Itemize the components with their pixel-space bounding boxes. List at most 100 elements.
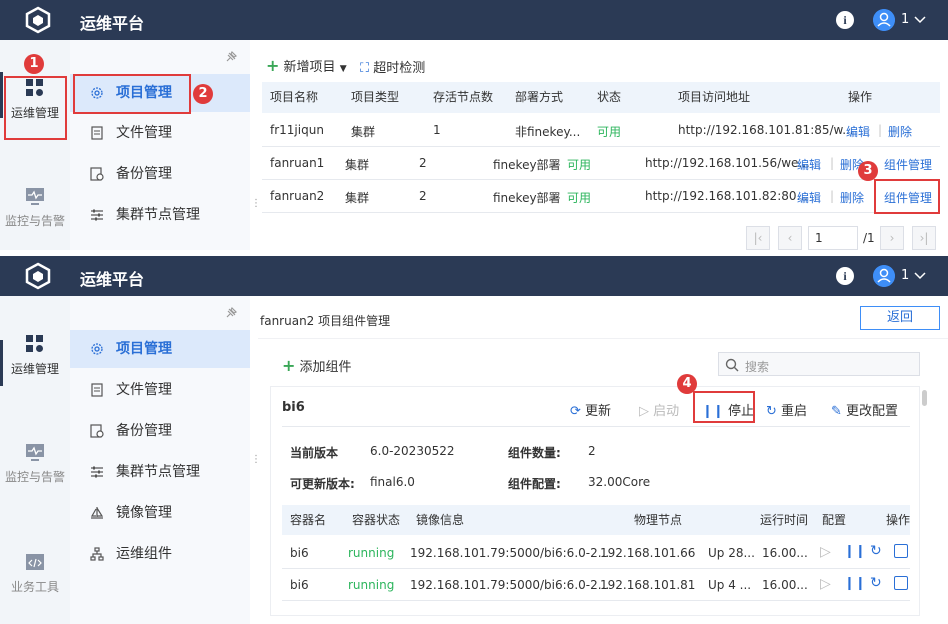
update-button[interactable]: ⟳ 更新 [570,400,611,419]
nav2-file-label: 文件管理 [116,382,172,398]
play-icon[interactable]: ▷ [820,576,831,592]
container-table-header: 容器名 容器状态 镜像信息 物理节点 运行时间 配置 操作 [282,505,910,535]
caret-down-icon: ▼ [339,64,347,74]
change-config-button[interactable]: ✎ 更改配置 [831,400,898,419]
terminal-icon[interactable] [894,576,908,590]
nav-monitor[interactable]: 监控与告警 [0,442,70,485]
nav-tools-label: 业务工具 [10,580,59,594]
user-name[interactable]: 1 [901,12,909,27]
prev-page-button[interactable]: ‹ [778,226,802,250]
col-ops: 操作 [848,90,873,104]
nav2-cluster-label: 集群节点管理 [116,207,200,223]
nav2-image[interactable]: 镜像管理 [70,494,250,532]
delete-link[interactable]: 删除 [888,123,912,140]
cell-url[interactable]: http://192.168.101.56/we... [645,156,810,170]
cell-container: bi6 [290,578,309,592]
nav2-file[interactable]: 文件管理 [70,114,250,152]
back-button[interactable]: 返回 [860,306,940,330]
component-manage-link[interactable]: 组件管理 [884,156,932,173]
play-icon[interactable]: ▷ [820,544,831,560]
row-divider [262,212,940,213]
pin-icon[interactable] [224,50,238,64]
cell-container-status: running [348,578,395,592]
component-config-label: 组件配置: [508,477,561,491]
cell-type: 集群 [351,125,376,139]
add-component-button[interactable]: + 添加组件 [282,356,352,375]
nav2-backup[interactable]: 备份管理 [70,155,250,193]
last-page-button[interactable]: ›| [912,226,936,250]
restart-button[interactable]: ↻ 重启 [766,400,807,419]
user-avatar-icon[interactable] [873,9,895,31]
pause-icon[interactable]: ❙❙ [844,576,866,591]
step-badge-4: 4 [677,374,697,394]
nav2-image-label: 镜像管理 [116,505,172,521]
edit-link[interactable]: 编辑 [797,189,821,206]
annotation-box-4 [693,391,755,423]
user-avatar-icon[interactable] [873,265,895,287]
delete-link[interactable]: 删除 [840,189,864,206]
col-nodes: 存活节点数 [433,90,494,104]
drag-handle[interactable]: ⋮ [251,454,261,465]
restart-label: 重启 [781,404,808,419]
current-version-label: 当前版本 [290,446,339,460]
cell-status: 可用 [567,158,592,172]
edit-link[interactable]: 编辑 [797,156,821,173]
col-url: 项目访问地址 [678,90,751,104]
pause-icon[interactable]: ❙❙ [844,544,866,559]
cell-url[interactable]: http://192.168.101.82:80... [645,189,808,203]
cell-uptime: Up 28... [708,546,755,560]
update-label: 更新 [585,404,612,419]
row-divider [282,568,910,569]
nav2-backup[interactable]: 备份管理 [70,412,250,450]
nav2-component[interactable]: 运维组件 [70,535,250,573]
gear-icon [91,343,103,355]
restart-icon[interactable]: ↻ [870,543,882,559]
nav2-cluster[interactable]: 集群节点管理 [70,196,250,234]
annotation-box-3 [874,179,940,214]
terminal-icon[interactable] [894,544,908,558]
nav-ops[interactable]: 运维管理 [0,334,70,377]
timeout-check-button[interactable]: ⛶ 超时检测 [360,57,425,76]
cell-deploy: finekey部署 [493,158,561,172]
page-title: fanruan2 项目组件管理 [260,314,391,328]
user-name[interactable]: 1 [901,268,909,283]
edit-link[interactable]: 编辑 [846,123,870,140]
col-node: 物理节点 [634,513,683,527]
new-project-button[interactable]: + 新增项目 ▼ [266,56,347,75]
page-input[interactable]: 1 [808,226,858,250]
cell-name: fr11jiqun [270,123,324,137]
nav-monitor[interactable]: 监控与告警 [0,186,70,229]
chevron-down-icon[interactable] [914,272,926,280]
image-sail-icon [90,507,104,519]
updatable-version-value: final6.0 [370,475,415,489]
first-page-button[interactable]: |‹ [746,226,770,250]
pin-icon[interactable] [224,306,238,320]
cell-url[interactable]: http://192.168.101.81:85/w... [678,123,854,137]
next-page-button[interactable]: › [880,226,904,250]
restart-icon: ↻ [766,404,777,419]
nav2-component-label: 运维组件 [116,546,172,562]
step-badge-2: 2 [193,84,213,104]
change-config-label: 更改配置 [846,404,899,419]
nav2-project[interactable]: 项目管理 [70,330,250,368]
start-button[interactable]: ▷ 启动 [639,400,679,419]
apps-grid-icon [26,335,43,352]
cell-container: bi6 [290,546,309,560]
col-uptime: 运行时间 [760,513,809,527]
nav2-cluster[interactable]: 集群节点管理 [70,453,250,491]
info-icon[interactable]: i [836,11,854,29]
file-icon [91,383,103,397]
col-name: 项目名称 [270,90,319,104]
scan-icon: ⛶ [360,61,370,76]
info-icon[interactable]: i [836,267,854,285]
drag-handle[interactable]: ⋮ [251,198,261,209]
nav2-file[interactable]: 文件管理 [70,371,250,409]
scrollbar-thumb[interactable] [922,390,927,406]
logo-cube-icon [25,262,51,290]
restart-icon[interactable]: ↻ [870,575,882,591]
current-version-value: 6.0-20230522 [370,444,455,458]
search-input[interactable]: 搜索 [718,352,920,376]
chevron-down-icon[interactable] [914,16,926,24]
sliders-icon [91,466,103,478]
nav-tools[interactable]: 业务工具 [0,552,70,595]
